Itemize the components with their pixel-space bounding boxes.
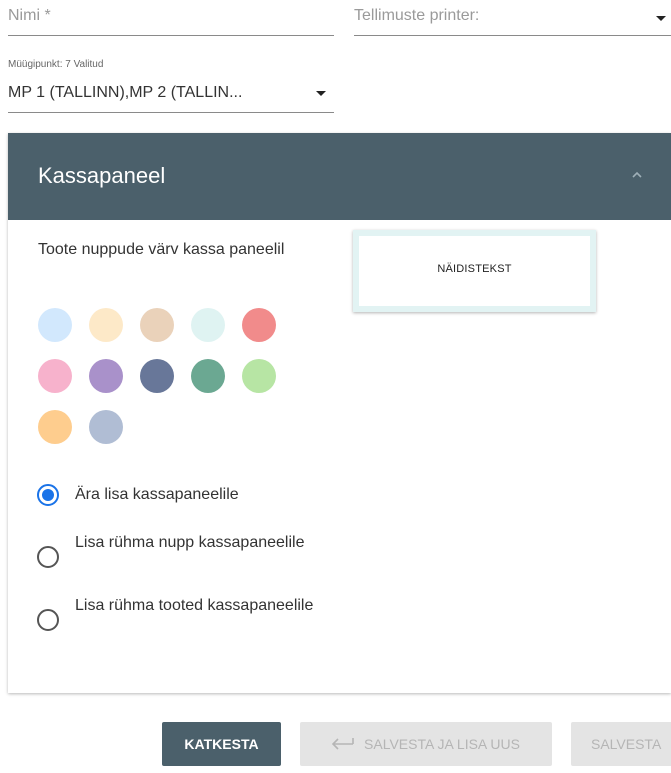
- color-swatch[interactable]: [89, 308, 123, 342]
- sales-point-value: MP 1 (TALLINN),MP 2 (TALLIN...: [8, 84, 243, 101]
- chevron-down-icon[interactable]: [316, 91, 326, 96]
- name-underline: [8, 35, 334, 36]
- kassapaneel-panel: Kassapaneel Toote nuppude värv kassa pan…: [8, 133, 671, 693]
- cancel-button[interactable]: KATKESTA: [162, 722, 281, 766]
- color-swatch[interactable]: [191, 308, 225, 342]
- radio-label: Lisa rühma tooted kassapaneelile: [75, 597, 314, 614]
- color-swatch[interactable]: [191, 359, 225, 393]
- return-arrow-icon: [332, 738, 354, 750]
- color-swatch[interactable]: [89, 359, 123, 393]
- preview-button: NÄIDISTEKST: [353, 230, 596, 312]
- radio-label: Lisa rühma nupp kassapaneelile: [75, 534, 305, 551]
- radio-button[interactable]: [37, 609, 59, 631]
- save-and-new-button[interactable]: SALVESTA JA LISA UUS: [300, 722, 552, 766]
- save-button[interactable]: SALVESTA: [571, 722, 671, 766]
- chevron-up-icon[interactable]: [631, 169, 643, 181]
- color-swatch[interactable]: [38, 308, 72, 342]
- name-field[interactable]: Nimi *: [8, 0, 334, 36]
- preview-text: NÄIDISTEKST: [437, 263, 512, 275]
- color-label: Toote nuppude värv kassa paneelil: [38, 241, 285, 258]
- color-swatch[interactable]: [140, 308, 174, 342]
- panel-header[interactable]: Kassapaneel: [8, 133, 671, 220]
- printer-placeholder: Tellimuste printer:: [354, 7, 480, 24]
- chevron-down-icon[interactable]: [656, 16, 666, 21]
- color-swatch[interactable]: [242, 359, 276, 393]
- save-label: SALVESTA: [591, 736, 662, 752]
- cancel-label: KATKESTA: [184, 736, 259, 752]
- printer-select[interactable]: Tellimuste printer:: [354, 0, 671, 36]
- save-and-new-label: SALVESTA JA LISA UUS: [364, 736, 520, 752]
- printer-underline: [354, 35, 671, 36]
- color-swatch[interactable]: [38, 359, 72, 393]
- radio-label: Ära lisa kassapaneelile: [75, 486, 239, 503]
- color-swatch[interactable]: [38, 410, 72, 444]
- sales-point-select[interactable]: Müügipunkt: 7 Valitud MP 1 (TALLINN),MP …: [8, 56, 334, 113]
- color-swatch[interactable]: [242, 308, 276, 342]
- radio-button[interactable]: [37, 484, 59, 506]
- radio-button[interactable]: [37, 546, 59, 568]
- name-placeholder: Nimi *: [8, 7, 51, 24]
- panel-title: Kassapaneel: [38, 163, 166, 188]
- sales-point-label: Müügipunkt: 7 Valitud: [8, 59, 104, 70]
- color-swatch[interactable]: [140, 359, 174, 393]
- color-swatch[interactable]: [89, 410, 123, 444]
- sales-point-underline: [8, 112, 334, 113]
